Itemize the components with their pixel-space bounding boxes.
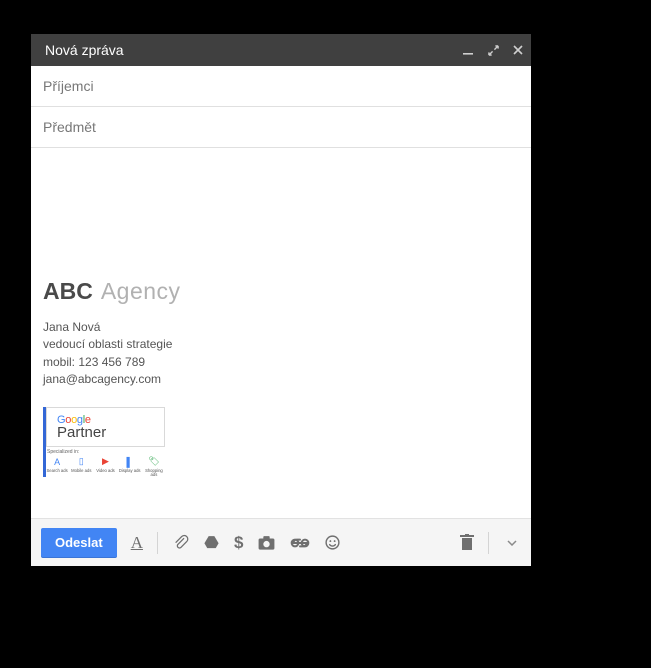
agency-name-bold: ABC — [43, 278, 93, 305]
signature-email: jana@abcagency.com — [43, 371, 519, 388]
compose-footer: Odeslat A $ — [31, 518, 531, 566]
specialized-label: Specialized in: — [46, 447, 165, 456]
subject-input[interactable] — [43, 107, 519, 147]
spec-icon: ▌ — [124, 456, 136, 468]
partner-badge-box: Google Partner — [46, 407, 165, 447]
compose-title: Nová zpráva — [45, 42, 462, 58]
compose-body[interactable]: ABC Agency Jana Nová vedoucí oblasti str… — [31, 148, 531, 518]
toolbar-separator — [157, 532, 158, 554]
spec-label: Shopping ads — [143, 469, 165, 477]
spec-label: Mobile ads — [71, 469, 91, 473]
send-button[interactable]: Odeslat — [41, 528, 117, 558]
more-options-icon[interactable] — [503, 534, 521, 552]
recipients-input[interactable] — [43, 66, 519, 106]
google-partner-badge: Google Partner Specialized in: ASearch a… — [43, 407, 165, 477]
body-empty-space — [43, 160, 519, 278]
expand-icon[interactable] — [488, 45, 499, 56]
formatting-icon[interactable]: A — [131, 533, 143, 553]
spec-item: ▶Video ads — [94, 456, 116, 477]
signature-mobile: mobil: 123 456 789 — [43, 354, 519, 371]
spec-item: ▌Display ads — [119, 456, 141, 477]
subject-field[interactable] — [31, 107, 531, 148]
close-icon[interactable] — [513, 45, 523, 55]
spec-label: Search ads — [47, 469, 68, 473]
signature-name: Jana Nová — [43, 319, 519, 336]
emoji-icon[interactable] — [324, 534, 341, 551]
minimize-icon[interactable] — [462, 44, 474, 56]
money-icon[interactable]: $ — [234, 533, 243, 553]
compose-header: Nová zpráva — [31, 34, 531, 66]
drive-icon[interactable] — [203, 534, 220, 551]
partner-word: Partner — [57, 425, 154, 440]
attach-icon[interactable] — [172, 534, 189, 551]
agency-name-thin: Agency — [101, 278, 181, 305]
spec-icon: A — [51, 456, 63, 468]
spec-icon: ▯ — [75, 456, 87, 468]
compose-window: Nová zpráva ABC Agency Jana Nová vedoucí… — [31, 34, 531, 566]
link-icon[interactable] — [290, 537, 310, 549]
signature-role: vedoucí oblasti strategie — [43, 336, 519, 353]
spec-label: Display ads — [119, 469, 141, 473]
spec-icon: ▶ — [100, 456, 112, 468]
signature-agency: ABC Agency — [43, 278, 519, 305]
spec-item: ASearch ads — [46, 456, 68, 477]
spec-item: ▯Mobile ads — [70, 456, 92, 477]
spec-item: 🏷Shopping ads — [143, 456, 165, 477]
recipients-field[interactable] — [31, 66, 531, 107]
trash-icon[interactable] — [460, 534, 474, 551]
spec-label: Video ads — [96, 469, 115, 473]
toolbar-separator — [488, 532, 489, 554]
spec-icons-row: ASearch ads▯Mobile ads▶Video ads▌Display… — [46, 456, 165, 477]
spec-icon: 🏷 — [148, 456, 160, 468]
window-controls — [462, 44, 523, 56]
photo-icon[interactable] — [257, 534, 276, 551]
